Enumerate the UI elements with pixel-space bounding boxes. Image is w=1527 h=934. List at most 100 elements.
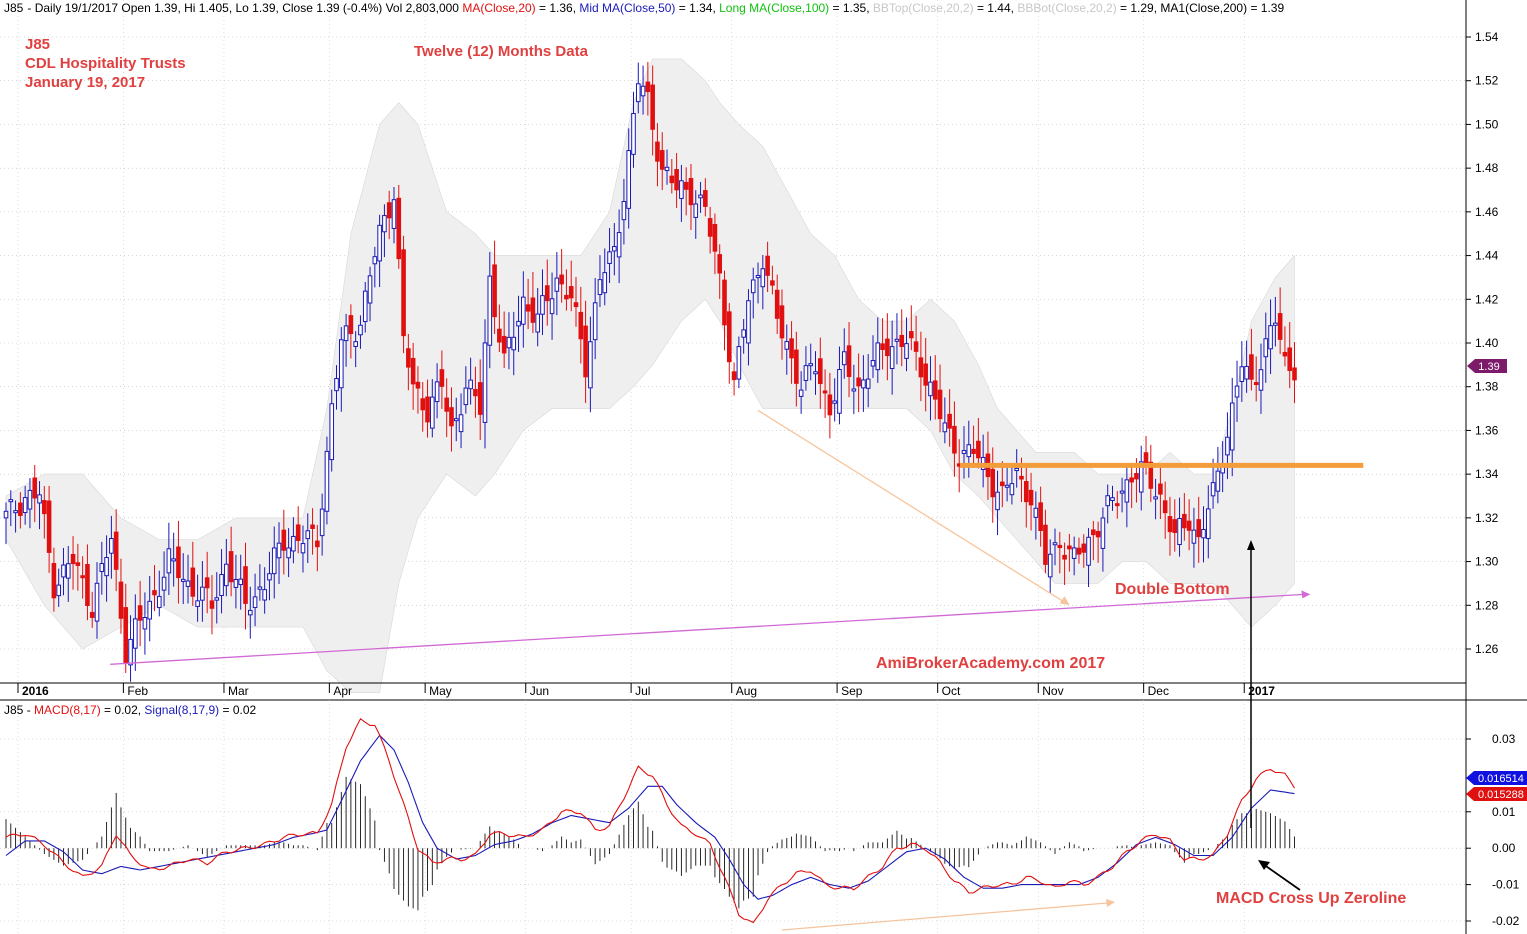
candle-body (913, 341, 919, 352)
candle-body (219, 574, 224, 597)
candle-body (722, 279, 727, 326)
candle-body (406, 348, 411, 368)
candle-body (271, 547, 277, 575)
candle-body (3, 510, 9, 519)
candle-body (1292, 367, 1297, 381)
candle-body (334, 378, 339, 392)
candle-body (1277, 313, 1283, 340)
candle-body (109, 537, 114, 554)
candle-body (70, 553, 76, 565)
candle-body (238, 578, 244, 586)
price-y-tick-label: 1.44 (1475, 249, 1499, 263)
candle-body (1081, 543, 1087, 553)
price-y-tick-label: 1.30 (1475, 555, 1499, 569)
candle-body (1258, 369, 1264, 391)
candle-body (1019, 475, 1024, 480)
header-ma20-value: = 1.36, (536, 1, 580, 15)
candle-body (616, 232, 622, 258)
macd-line (5, 717, 1295, 924)
candle-body (683, 181, 689, 190)
candle-body (1062, 554, 1067, 560)
candle-body (358, 324, 363, 336)
candle-body (204, 577, 210, 589)
price-y-tick-label: 1.50 (1475, 117, 1499, 131)
candle-body (932, 380, 938, 400)
candle-body (1129, 477, 1134, 483)
candle-body (952, 425, 957, 454)
candle-body (156, 595, 162, 609)
candle-body (1014, 467, 1019, 472)
note-pointer-line (1262, 863, 1301, 891)
x-tick-label: Feb (127, 684, 148, 698)
price-header: J85- Daily 19/1/2017 Open 1.39, Hi 1.405… (4, 1, 1284, 15)
macd-header: J85 - MACD(8,17) = 0.02, Signal(8,17,9) … (4, 703, 256, 717)
macd-y-tick-label: 0.03 (1492, 732, 1516, 746)
candle-body (1086, 536, 1091, 566)
price-y-tick-label: 1.40 (1475, 336, 1499, 350)
candle-body (693, 203, 699, 218)
x-tick-label: May (429, 684, 452, 698)
candle-body (794, 349, 799, 384)
candle-body (85, 564, 90, 606)
candle-body (118, 581, 124, 619)
price-y-tick-label: 1.48 (1475, 161, 1499, 175)
price-panel: 1.54 1.52 1.50 1.48 1.46 1.44 1.42 1.40 1.38 1.36… (0, 0, 1527, 700)
candle-body (1105, 495, 1111, 507)
candle-body (516, 320, 521, 327)
x-tick-label: Dec (1148, 684, 1169, 698)
candle-body (56, 584, 61, 597)
candle-body (669, 175, 675, 184)
candle-body (736, 346, 742, 380)
signal-header-value: = 0.02 (219, 703, 256, 717)
candle-body (430, 396, 435, 429)
candle-body (324, 450, 330, 512)
candle-body (185, 580, 191, 587)
candle-body (243, 566, 248, 604)
x-tick-label: Apr (333, 684, 352, 698)
header-bbtop-label: BBTop(Close,20,2) (873, 1, 974, 15)
candle-body (655, 141, 660, 162)
x-tick-label: Mar (228, 684, 249, 698)
candle-body (8, 499, 14, 503)
candle-body (1124, 479, 1130, 503)
candle-body (1167, 516, 1173, 533)
candle-body (875, 342, 881, 371)
candle-body (46, 500, 52, 553)
candle-body (798, 389, 804, 397)
candle-body (961, 450, 967, 454)
x-tick-label: Sep (841, 684, 863, 698)
candle-body (1253, 382, 1259, 386)
candle-body (463, 387, 469, 406)
candle-body (645, 81, 651, 93)
candle-body (851, 388, 857, 392)
candle-body (482, 342, 488, 423)
candle-body (808, 363, 814, 367)
header-long-label: Long MA(Close,100) (719, 1, 829, 15)
candle-body (214, 597, 220, 601)
candle-body (554, 277, 560, 292)
candle-body (200, 586, 205, 601)
candle-body (1273, 322, 1278, 326)
candle-body (1038, 502, 1043, 531)
candle-body (410, 357, 416, 385)
candle-body (679, 180, 684, 199)
candle-body (22, 497, 28, 514)
candle-body (65, 563, 71, 579)
price-y-tick-label: 1.46 (1475, 205, 1499, 219)
candle-body (856, 377, 861, 387)
candle-body (449, 407, 454, 427)
candle-body (1287, 347, 1293, 371)
candle-body (267, 573, 272, 581)
header-bbbot-value: = 1.29, MA1(Close,200) = 1.39 (1117, 1, 1285, 15)
candle-body (257, 586, 263, 590)
candle-body (295, 524, 301, 541)
candle-body (147, 600, 152, 620)
candle-body (247, 609, 253, 616)
candle-body (420, 398, 426, 411)
candle-body (372, 256, 378, 265)
candle-body (885, 338, 890, 357)
candle-body (846, 345, 852, 377)
candle-body (1134, 473, 1139, 480)
candle-body (937, 389, 943, 420)
candle-body (813, 371, 818, 375)
